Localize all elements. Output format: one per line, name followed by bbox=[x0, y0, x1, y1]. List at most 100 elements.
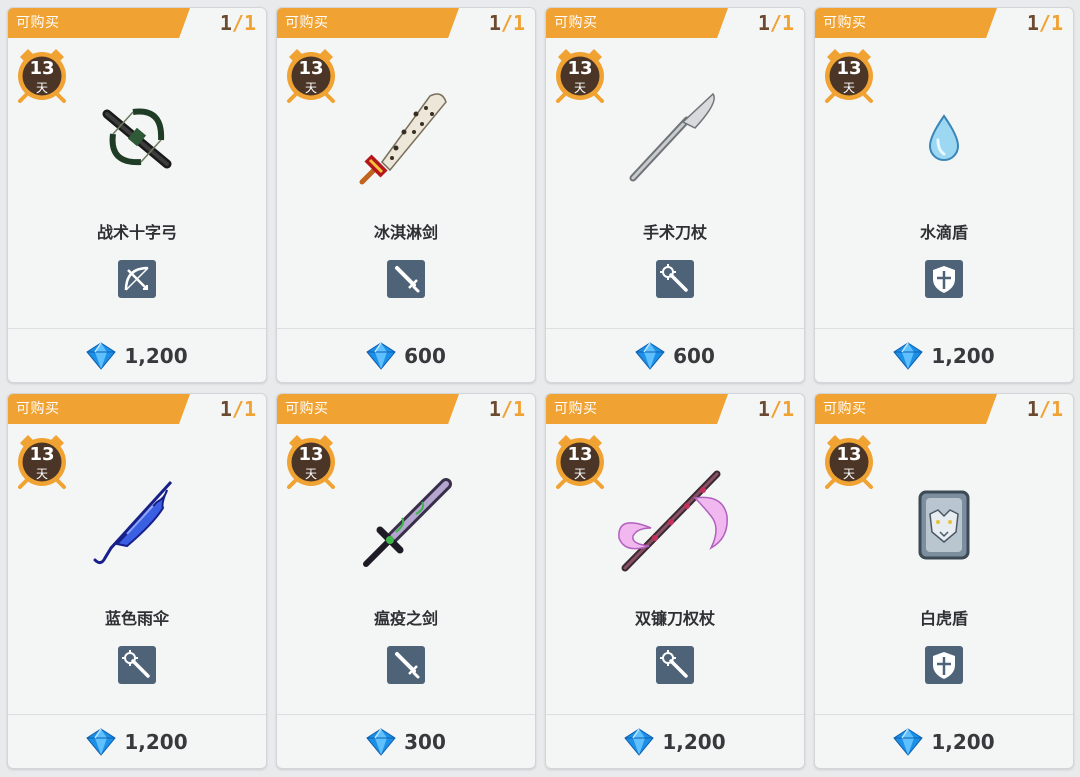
item-name: 双镰刀权杖 bbox=[634, 609, 715, 628]
alarm-clock-icon: 13 天 bbox=[554, 431, 606, 489]
staff-icon bbox=[656, 646, 694, 684]
item-name: 蓝色雨伞 bbox=[104, 609, 169, 628]
purchasable-label: 可购买 bbox=[823, 401, 867, 417]
shop-grid: 可购买 1/1 13 天 战术十字弓 1,200 可购买 1/1 13 天 冰淇… bbox=[0, 0, 1080, 777]
days-remaining: 13 bbox=[29, 58, 55, 79]
stock-count: 1/1 bbox=[1026, 397, 1063, 421]
shield-icon bbox=[925, 260, 963, 298]
item-name: 手术刀杖 bbox=[642, 223, 707, 242]
purchasable-banner: 可购买 bbox=[8, 8, 190, 38]
scalpel-staff-icon bbox=[625, 88, 725, 188]
shop-item-card[interactable]: 可购买 1/1 13 天 蓝色雨伞 1,200 bbox=[7, 393, 267, 769]
crossbow-icon bbox=[87, 88, 187, 188]
shop-item-card[interactable]: 可购买 1/1 13 天 战术十字弓 1,200 bbox=[7, 7, 267, 383]
shop-item-card[interactable]: 可购买 1/1 13 天 双镰刀权杖 1,200 bbox=[545, 393, 805, 769]
item-name: 冰淇淋剑 bbox=[373, 223, 438, 242]
price-row[interactable]: 300 bbox=[277, 715, 535, 768]
plague-sword-icon bbox=[356, 474, 456, 574]
stock-count: 1/1 bbox=[219, 11, 256, 35]
days-remaining: 13 bbox=[298, 58, 324, 79]
price-row[interactable]: 1,200 bbox=[8, 329, 266, 382]
stock-count: 1/1 bbox=[757, 397, 794, 421]
price-value: 600 bbox=[404, 343, 446, 368]
item-name: 战术十字弓 bbox=[96, 223, 177, 242]
price-row[interactable]: 1,200 bbox=[815, 715, 1073, 768]
purchasable-label: 可购买 bbox=[285, 15, 329, 31]
shop-item-card[interactable]: 可购买 1/1 13 天 瘟疫之剑 300 bbox=[276, 393, 536, 769]
gem-icon bbox=[893, 727, 924, 756]
shop-item-card[interactable]: 可购买 1/1 13 天 水滴盾 1,200 bbox=[814, 7, 1074, 383]
shop-item-card[interactable]: 可购买 1/1 13 天 白虎盾 1,200 bbox=[814, 393, 1074, 769]
price-value: 1,200 bbox=[931, 343, 995, 368]
stock-count: 1/1 bbox=[1026, 11, 1063, 35]
purchasable-label: 可购买 bbox=[823, 15, 867, 31]
alarm-clock-icon: 13 天 bbox=[285, 45, 337, 103]
alarm-clock-icon: 13 天 bbox=[285, 431, 337, 489]
stock-count: 1/1 bbox=[219, 397, 256, 421]
gem-icon bbox=[635, 341, 665, 370]
purchasable-label: 可购买 bbox=[16, 15, 60, 31]
shop-item-card[interactable]: 可购买 1/1 13 天 手术刀杖 600 bbox=[545, 7, 805, 383]
days-remaining: 13 bbox=[298, 444, 324, 465]
price-value: 1,200 bbox=[662, 729, 726, 754]
days-unit: 天 bbox=[304, 81, 317, 95]
sword-icon bbox=[387, 260, 425, 298]
days-remaining: 13 bbox=[836, 444, 862, 465]
price-row[interactable]: 1,200 bbox=[8, 715, 266, 768]
sword-icon bbox=[387, 646, 425, 684]
gem-icon bbox=[624, 727, 655, 756]
purchasable-label: 可购买 bbox=[554, 15, 598, 31]
blue-umbrella-icon bbox=[87, 474, 187, 574]
days-unit: 天 bbox=[304, 467, 317, 481]
days-unit: 天 bbox=[35, 81, 48, 95]
days-remaining: 13 bbox=[29, 444, 55, 465]
item-name: 瘟疫之剑 bbox=[373, 609, 438, 628]
gem-icon bbox=[86, 727, 117, 756]
stock-count: 1/1 bbox=[488, 397, 525, 421]
shield-icon bbox=[925, 646, 963, 684]
stock-count: 1/1 bbox=[488, 11, 525, 35]
days-unit: 天 bbox=[573, 467, 586, 481]
shop-item-card[interactable]: 可购买 1/1 13 天 冰淇淋剑 600 bbox=[276, 7, 536, 383]
alarm-clock-icon: 13 天 bbox=[823, 431, 875, 489]
alarm-clock-icon: 13 天 bbox=[823, 45, 875, 103]
alarm-clock-icon: 13 天 bbox=[16, 431, 68, 489]
purchasable-banner: 可购买 bbox=[815, 394, 997, 424]
item-name: 白虎盾 bbox=[919, 609, 968, 628]
gem-icon bbox=[86, 341, 117, 370]
purchasable-banner: 可购买 bbox=[277, 8, 459, 38]
days-remaining: 13 bbox=[836, 58, 862, 79]
days-remaining: 13 bbox=[567, 444, 593, 465]
gem-icon bbox=[366, 727, 396, 756]
white-tiger-shield-icon bbox=[894, 474, 994, 574]
ice-cream-sword-icon bbox=[356, 88, 456, 188]
price-value: 1,200 bbox=[124, 343, 188, 368]
alarm-clock-icon: 13 天 bbox=[554, 45, 606, 103]
item-name: 水滴盾 bbox=[919, 223, 968, 242]
staff-icon bbox=[118, 646, 156, 684]
purchasable-label: 可购买 bbox=[554, 401, 598, 417]
water-drop-icon bbox=[894, 88, 994, 188]
days-unit: 天 bbox=[573, 81, 586, 95]
price-row[interactable]: 1,200 bbox=[546, 715, 804, 768]
stock-count: 1/1 bbox=[757, 11, 794, 35]
purchasable-label: 可购买 bbox=[285, 401, 329, 417]
purchasable-banner: 可购买 bbox=[8, 394, 190, 424]
days-remaining: 13 bbox=[567, 58, 593, 79]
staff-icon bbox=[656, 260, 694, 298]
days-unit: 天 bbox=[842, 467, 855, 481]
price-value: 300 bbox=[404, 729, 446, 754]
price-row[interactable]: 1,200 bbox=[815, 329, 1073, 382]
price-value: 1,200 bbox=[124, 729, 188, 754]
double-scythe-icon bbox=[618, 470, 728, 574]
price-value: 600 bbox=[673, 343, 715, 368]
alarm-clock-icon: 13 天 bbox=[16, 45, 68, 103]
purchasable-banner: 可购买 bbox=[277, 394, 459, 424]
gem-icon bbox=[366, 341, 396, 370]
price-row[interactable]: 600 bbox=[277, 329, 535, 382]
bow-icon bbox=[118, 260, 156, 298]
days-unit: 天 bbox=[842, 81, 855, 95]
price-value: 1,200 bbox=[931, 729, 995, 754]
price-row[interactable]: 600 bbox=[546, 329, 804, 382]
gem-icon bbox=[893, 341, 924, 370]
